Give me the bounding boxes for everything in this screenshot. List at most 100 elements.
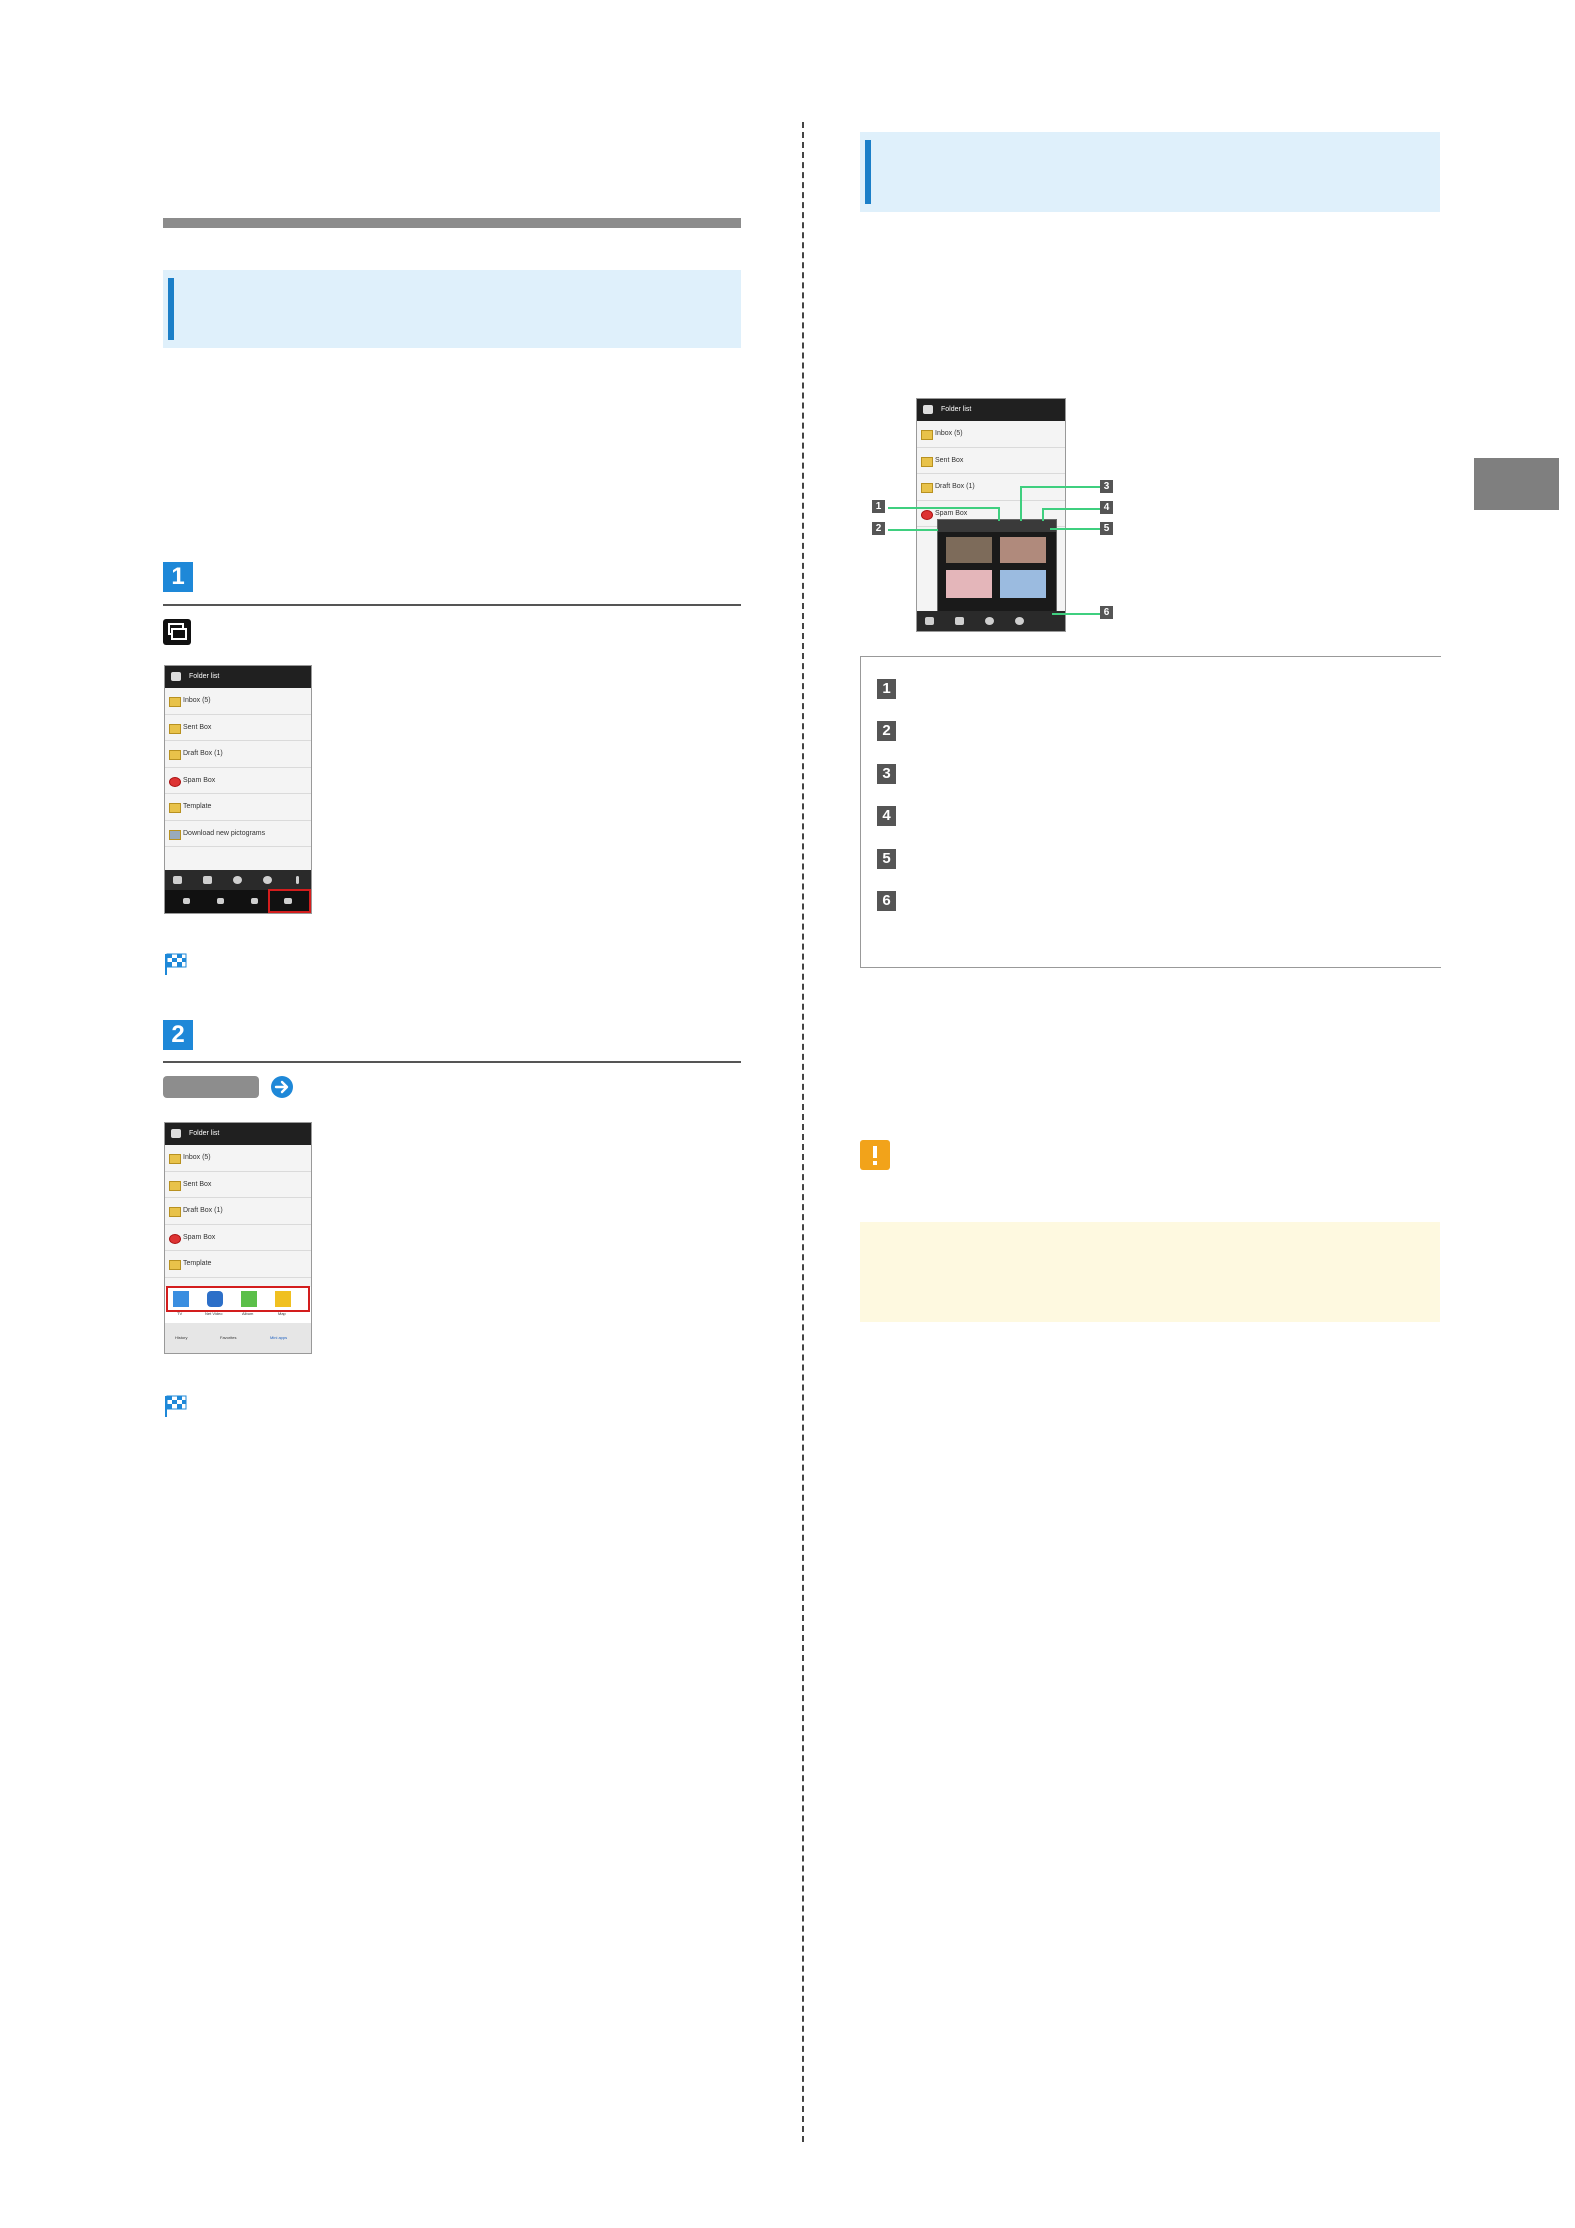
spam-folder-icon	[921, 509, 933, 520]
spam-folder-icon	[169, 776, 181, 787]
folder-item[interactable]: Template	[165, 794, 311, 821]
recent-apps-icon[interactable]	[251, 898, 258, 904]
legend-number: 4	[877, 806, 896, 826]
step-divider	[163, 1061, 741, 1063]
app-selection-button[interactable]	[163, 1076, 259, 1098]
highlight-box	[166, 1286, 310, 1312]
tab-history[interactable]: History	[175, 1335, 187, 1340]
caution-icon	[860, 1140, 890, 1170]
folder-icon	[169, 1207, 181, 1217]
column-divider	[802, 122, 804, 2142]
folder-icon	[169, 750, 181, 760]
section-heading-banner	[860, 132, 1440, 212]
callout-line	[888, 529, 938, 531]
callout-number: 4	[1100, 501, 1113, 514]
phone-title-bar: Folder list	[165, 1123, 311, 1145]
callout-number: 5	[1100, 522, 1113, 535]
album-thumbnail[interactable]	[946, 570, 992, 598]
legend-number: 2	[877, 721, 896, 741]
section-heading-banner	[163, 270, 741, 348]
folder-item[interactable]: Sent Box	[917, 448, 1065, 474]
folder-item[interactable]: Spam Box	[165, 768, 311, 794]
legend-number: 5	[877, 849, 896, 869]
back-icon[interactable]	[183, 898, 190, 904]
callout-legend: 1 2 3 4 5 6	[860, 656, 1441, 968]
folder-icon	[169, 697, 181, 707]
refresh-icon[interactable]	[233, 876, 242, 884]
multi-window-icon	[163, 619, 191, 645]
folder-item[interactable]: Inbox (5)	[917, 421, 1065, 448]
legend-number: 3	[877, 764, 896, 784]
window-title-bar[interactable]	[938, 520, 1056, 532]
highlight-box	[268, 889, 311, 913]
compose-icon[interactable]	[173, 876, 182, 884]
chapter-side-tab[interactable]	[1474, 458, 1559, 510]
legend-number: 6	[877, 891, 896, 911]
folder-icon	[921, 430, 933, 440]
folder-icon	[921, 456, 933, 467]
menu-icon[interactable]	[296, 876, 299, 884]
phone-title-bar: Folder list	[917, 399, 1065, 421]
folder-item[interactable]: Draft Box (1)	[165, 741, 311, 768]
settings-icon[interactable]	[263, 876, 272, 884]
phone-toolbar	[917, 611, 1065, 631]
tab-mini-apps[interactable]: Mini apps	[270, 1335, 287, 1340]
callout-line	[888, 507, 1000, 509]
mail-app-icon	[171, 1129, 181, 1138]
callout-line	[998, 507, 1000, 521]
mail-app-icon	[923, 405, 933, 414]
mail-app-icon	[171, 672, 181, 681]
callout-line	[1052, 613, 1100, 615]
folder-list: Inbox (5) Sent Box Draft Box (1) Spam Bo…	[165, 1145, 311, 1305]
section-rule	[163, 218, 741, 228]
folder-icon	[169, 803, 181, 813]
folder-item[interactable]: Inbox (5)	[165, 688, 311, 715]
album-thumbnail[interactable]	[946, 537, 992, 563]
refresh-icon[interactable]	[985, 617, 994, 625]
folder-icon	[169, 1180, 181, 1191]
download-icon	[169, 829, 181, 840]
phone-title: Folder list	[941, 406, 972, 413]
callout-line	[1020, 486, 1022, 521]
step-number-badge: 1	[163, 562, 193, 592]
checkered-flag-icon	[163, 950, 189, 981]
step-divider	[163, 604, 741, 606]
callout-number: 3	[1100, 480, 1113, 493]
spam-folder-icon	[169, 1233, 181, 1244]
callout-line	[1042, 508, 1100, 510]
folder-icon	[921, 483, 933, 493]
folder-item[interactable]: Sent Box	[165, 1172, 311, 1198]
callout-number: 2	[872, 522, 885, 535]
mini-app-tabs: History Favorites Mini apps	[165, 1323, 311, 1353]
arrow-right-circle-icon	[270, 1075, 294, 1104]
folder-item[interactable]: Draft Box (1)	[165, 1198, 311, 1225]
compose-icon[interactable]	[925, 617, 934, 625]
folder-item[interactable]: Template	[165, 1251, 311, 1278]
phone-title: Folder list	[189, 673, 220, 680]
callout-number: 1	[872, 500, 885, 513]
folder-item[interactable]: Inbox (5)	[165, 1145, 311, 1172]
folder-list: Inbox (5) Sent Box Draft Box (1) Spam Bo…	[165, 688, 311, 870]
phone-screenshot-mini-apps: Folder list Inbox (5) Sent Box Draft Box…	[164, 1122, 312, 1354]
caution-note-box	[860, 1222, 1440, 1322]
callout-line	[1020, 486, 1100, 488]
contacts-icon[interactable]	[955, 617, 964, 625]
album-thumbnail[interactable]	[1000, 570, 1046, 598]
folder-item[interactable]: Download new pictograms	[165, 821, 311, 847]
callout-number: 6	[1100, 606, 1113, 619]
checkered-flag-icon	[163, 1392, 189, 1423]
contacts-icon[interactable]	[203, 876, 212, 884]
home-icon[interactable]	[217, 898, 224, 904]
folder-icon	[169, 723, 181, 734]
tab-favorites[interactable]: Favorites	[220, 1335, 236, 1340]
phone-title-bar: Folder list	[165, 666, 311, 688]
callout-line	[1050, 528, 1100, 530]
album-thumbnail[interactable]	[1000, 537, 1046, 563]
settings-icon[interactable]	[1015, 617, 1024, 625]
folder-icon	[169, 1154, 181, 1164]
folder-icon	[169, 1260, 181, 1270]
phone-toolbar	[165, 870, 311, 890]
folder-item[interactable]: Sent Box	[165, 715, 311, 741]
folder-item[interactable]: Spam Box	[165, 1225, 311, 1251]
step-number-badge: 2	[163, 1020, 193, 1050]
